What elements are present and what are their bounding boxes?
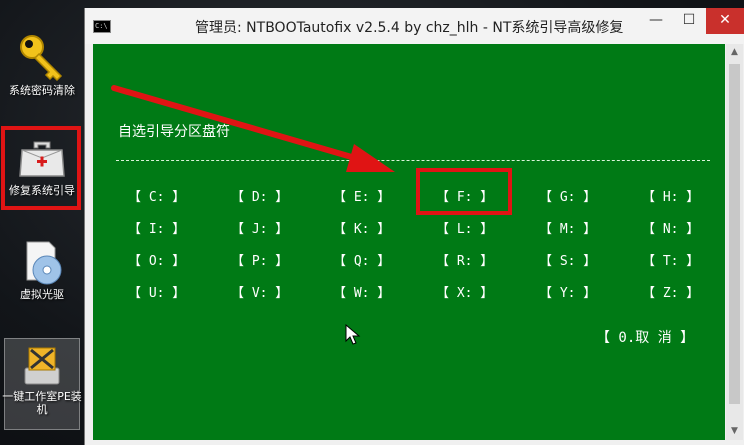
- mouse-cursor-icon: [345, 324, 361, 345]
- annotation-arrow: [111, 85, 395, 172]
